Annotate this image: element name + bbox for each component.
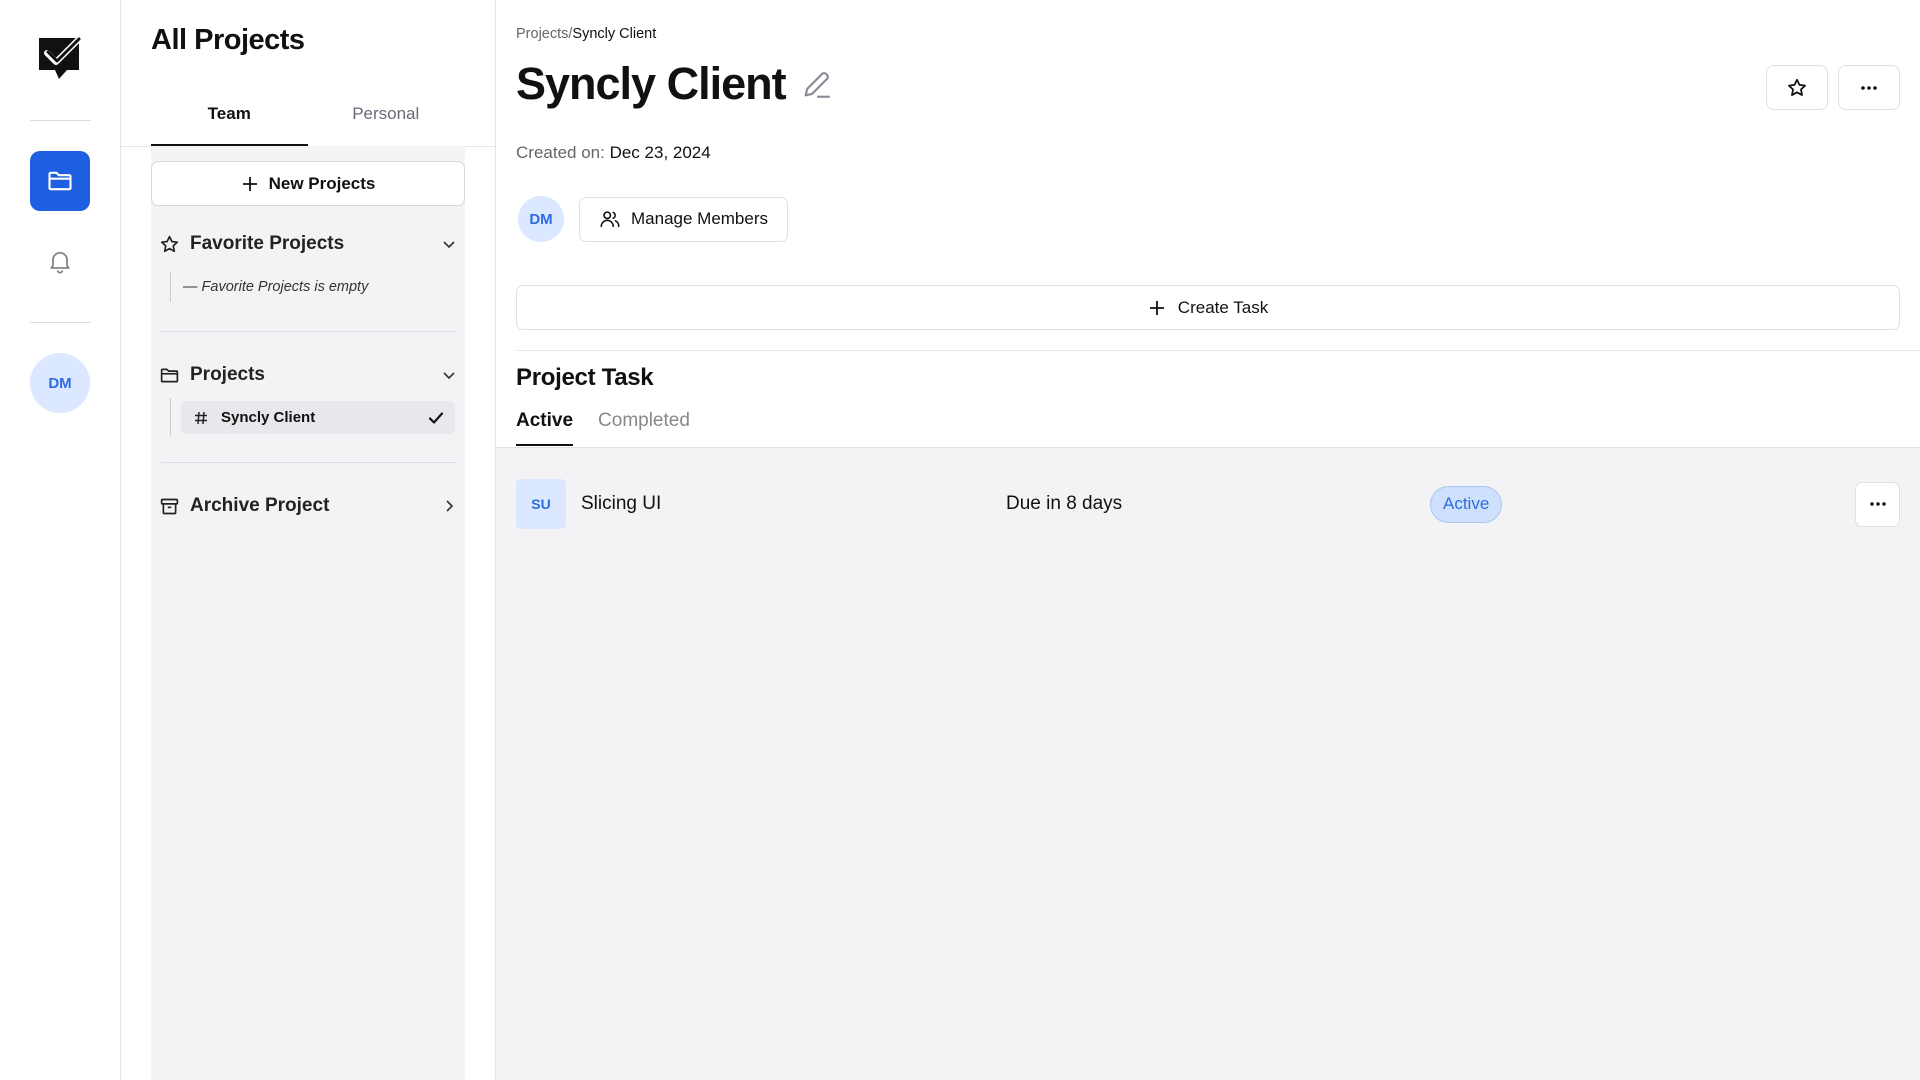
task-avatar: SU: [516, 479, 566, 529]
pencil-edit-icon[interactable]: [800, 67, 834, 101]
sidebar-tabs: Team Personal: [151, 98, 464, 146]
manage-members-button[interactable]: Manage Members: [579, 196, 789, 242]
rail-divider: [30, 120, 91, 121]
section-divider: [516, 350, 1920, 351]
hash-icon: [195, 411, 207, 424]
folder-icon: [160, 368, 179, 382]
checkmark-icon: [428, 411, 444, 424]
breadcrumb-projects[interactable]: Projects: [516, 26, 568, 42]
icon-rail: DM: [0, 0, 121, 1080]
created-label: Created on:: [516, 143, 605, 162]
rail-divider: [30, 322, 91, 323]
section-divider: [161, 462, 457, 463]
users-icon: [600, 211, 620, 228]
sidebar-item-syncly-client[interactable]: Syncly Client: [181, 401, 455, 434]
chevron-right-icon[interactable]: [441, 498, 457, 514]
create-task-button[interactable]: Create Task: [516, 285, 1900, 330]
chevron-down-icon[interactable]: [441, 236, 457, 252]
tab-team[interactable]: Team: [151, 98, 308, 146]
task-tabs: Active Completed: [516, 410, 690, 446]
favorite-projects-label: Favorite Projects: [190, 233, 345, 254]
tree-guide-line: [170, 398, 171, 436]
section-divider: [161, 331, 457, 332]
task-row[interactable]: SU Slicing UI Due in 8 days Active: [516, 479, 1900, 529]
tab-personal[interactable]: Personal: [308, 98, 465, 146]
plus-icon: [1149, 300, 1164, 315]
tab-completed[interactable]: Completed: [598, 410, 690, 446]
plus-icon: [242, 176, 257, 191]
sidebar-title: All Projects: [151, 24, 305, 56]
more-horizontal-icon: [1869, 502, 1886, 506]
projects-section[interactable]: Projects: [159, 360, 457, 390]
projects-label: Projects: [190, 364, 265, 385]
members-row: DM Manage Members: [518, 196, 789, 242]
archive-icon: [160, 498, 179, 514]
chevron-down-icon[interactable]: [441, 367, 457, 383]
new-projects-button[interactable]: New Projects: [151, 161, 465, 206]
status-badge: Active: [1430, 485, 1503, 523]
new-projects-label: New Projects: [268, 173, 376, 193]
folder-icon: [48, 171, 72, 191]
member-avatar[interactable]: DM: [518, 196, 564, 242]
task-more-button[interactable]: [1855, 481, 1900, 527]
favorites-empty-text: — Favorite Projects is empty: [170, 272, 368, 302]
breadcrumb: Projects/Syncly Client: [516, 26, 656, 42]
project-detail: Projects/Syncly Client Syncly Client Cre…: [496, 0, 1920, 1080]
favorite-projects-section[interactable]: Favorite Projects: [159, 229, 457, 259]
favorite-button[interactable]: [1766, 65, 1828, 110]
create-task-label: Create Task: [1177, 297, 1269, 317]
title-row: Syncly Client: [516, 58, 834, 110]
more-options-button[interactable]: [1838, 65, 1900, 110]
project-name: Syncly Client: [221, 409, 316, 426]
page-title: Syncly Client: [516, 58, 787, 109]
task-name[interactable]: Slicing UI: [581, 493, 661, 515]
tab-active[interactable]: Active: [516, 410, 574, 446]
task-due: Due in 8 days: [1006, 493, 1123, 514]
user-avatar[interactable]: DM: [30, 353, 90, 413]
notifications-nav-button[interactable]: [30, 231, 90, 291]
bell-icon: [50, 251, 70, 274]
created-date: Dec 23, 2024: [609, 143, 711, 162]
created-on: Created on: Dec 23, 2024: [516, 143, 711, 163]
breadcrumb-current: Syncly Client: [572, 26, 657, 42]
manage-members-label: Manage Members: [631, 209, 769, 228]
logo-check-icon[interactable]: [33, 32, 85, 84]
more-horizontal-icon: [1861, 85, 1877, 90]
task-list: SU Slicing UI Due in 8 days Active: [496, 447, 1920, 1080]
archive-project-section[interactable]: Archive Project: [159, 491, 457, 521]
star-icon: [1788, 78, 1806, 96]
projects-sidebar: All Projects Team Personal New Projects …: [121, 0, 496, 1080]
project-task-heading: Project Task: [516, 364, 654, 391]
projects-nav-button[interactable]: [30, 151, 90, 211]
archive-project-label: Archive Project: [190, 495, 330, 516]
star-icon: [160, 235, 179, 252]
